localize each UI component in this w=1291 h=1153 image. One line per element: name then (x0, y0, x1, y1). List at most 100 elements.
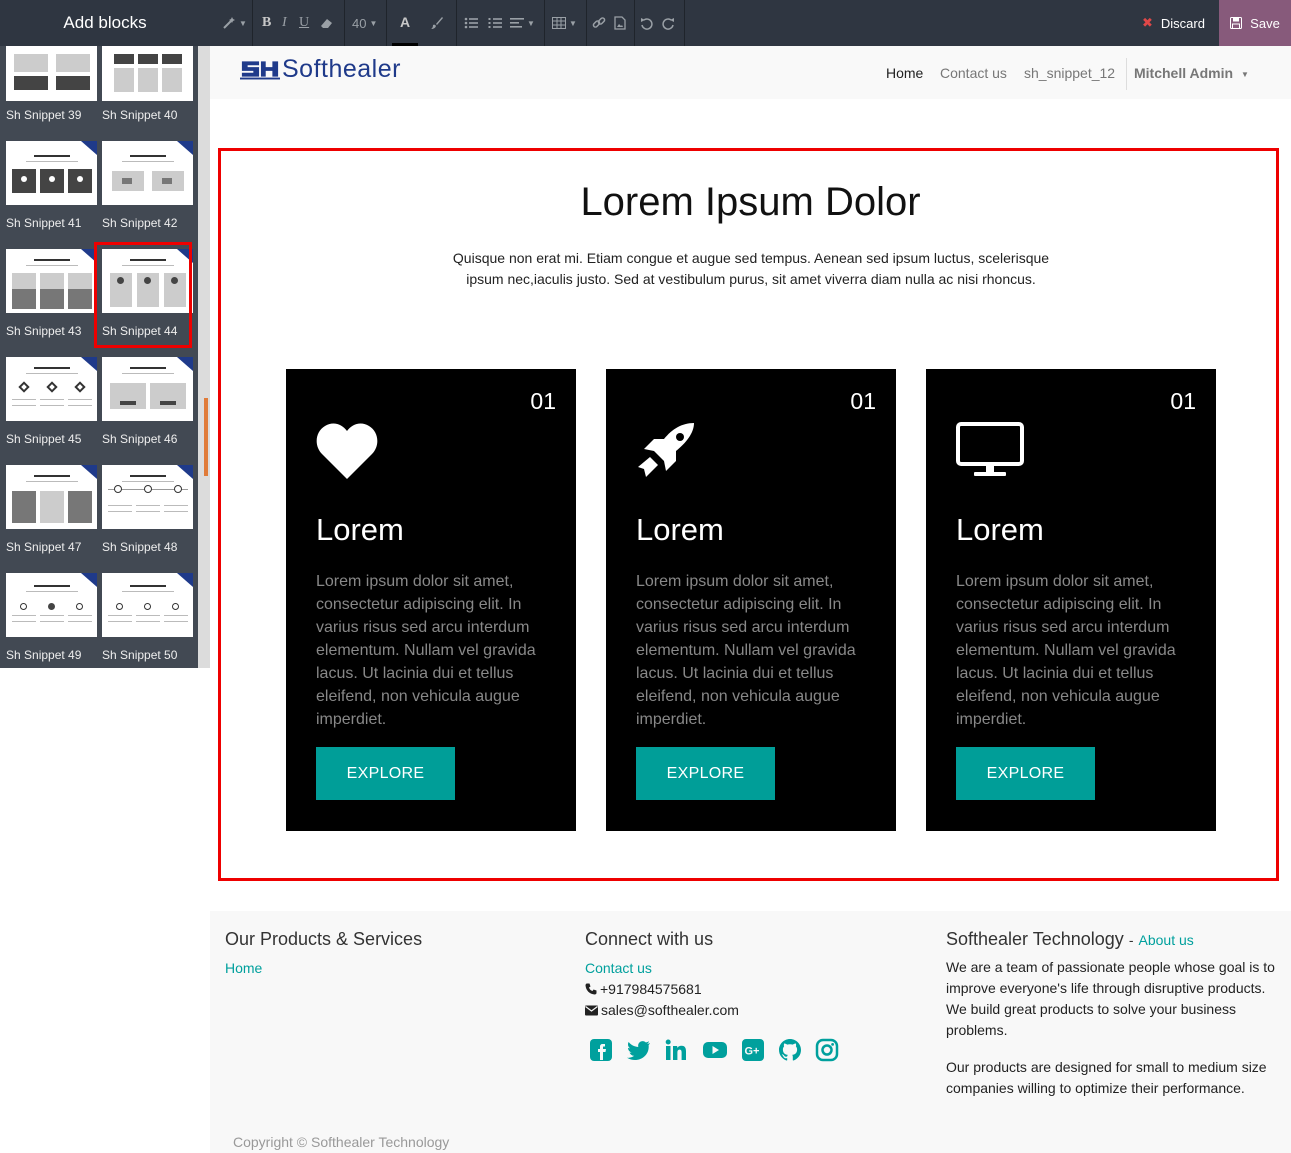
card-title: Lorem (636, 512, 724, 547)
snippet-label: Sh Snippet 41 (6, 216, 82, 230)
panel-title: Add blocks (0, 0, 210, 46)
font-size-dropdown[interactable]: 40 ▼ (352, 0, 377, 46)
snippet-label: Sh Snippet 40 (102, 108, 178, 122)
snippet-thumbnail (6, 249, 97, 313)
chevron-down-icon: ▼ (1241, 69, 1249, 79)
phone-line: +917984575681 (585, 981, 702, 997)
snippet-44[interactable]: Sh Snippet 44 (94, 242, 193, 357)
snippet-thumbnail (102, 573, 193, 637)
github-icon[interactable] (778, 1038, 802, 1062)
user-menu[interactable]: Mitchell Admin ▼ (1134, 65, 1249, 81)
linkedin-icon[interactable] (664, 1038, 688, 1062)
google-plus-icon[interactable]: G+ (741, 1038, 765, 1062)
rocket-icon (638, 423, 694, 477)
snippet-label: Sh Snippet 50 (102, 648, 178, 662)
section-description: Quisque non erat mi. Etiam congue et aug… (452, 250, 1050, 287)
instagram-icon[interactable] (815, 1038, 839, 1062)
title-separator: - (1128, 932, 1134, 948)
products-title: Our Products & Services (225, 929, 423, 949)
feature-card: 01 Lorem Lorem ipsum dolor sit amet, con… (606, 369, 896, 831)
sidebar-scrollbar-track[interactable] (198, 46, 210, 668)
phone-number: +917984575681 (600, 981, 702, 997)
nav-contact-us[interactable]: Contact us (940, 65, 1007, 81)
link-icon[interactable] (592, 0, 606, 46)
snippet-list[interactable]: Sh Snippet 39 Sh Snippet 40 Sh Snippet 4… (0, 46, 198, 668)
snippet-thumbnail (102, 357, 193, 421)
selected-snippet-highlight (94, 242, 192, 348)
font-size-value: 40 (352, 15, 367, 31)
card-number: 01 (850, 388, 876, 414)
explore-button[interactable]: EXPLORE (956, 747, 1095, 800)
section-title: Lorem Ipsum Dolor (580, 180, 921, 224)
copyright-text: Copyright © Softhealer Technology (233, 1134, 450, 1150)
card-title: Lorem (316, 512, 404, 547)
website-header: Softhealer Home Contact us sh_snippet_12… (210, 46, 1291, 99)
close-icon: ✖ (1142, 15, 1153, 30)
font-color-button[interactable]: A (392, 0, 418, 46)
table-dropdown[interactable]: ▼ (552, 0, 577, 46)
about-paragraph: We are a team of passionate people whose… (946, 959, 1275, 1038)
snippet-42[interactable]: Sh Snippet 42 (96, 141, 193, 249)
snippet-label: Sh Snippet 46 (102, 432, 178, 446)
svg-text:G+: G+ (745, 1046, 760, 1058)
image-file-icon[interactable] (614, 0, 626, 46)
italic-button[interactable]: I (282, 0, 287, 46)
snippet-47[interactable]: Sh Snippet 47 (0, 465, 97, 573)
snippet-46[interactable]: Sh Snippet 46 (96, 357, 193, 465)
snippet-50[interactable]: Sh Snippet 50 (96, 573, 193, 668)
bold-button[interactable]: B (262, 0, 271, 46)
explore-button[interactable]: EXPLORE (316, 747, 455, 800)
snippet-label: Sh Snippet 42 (102, 216, 178, 230)
undo-icon[interactable] (640, 0, 653, 46)
snippet-thumbnail (6, 357, 97, 421)
card-number: 01 (1170, 388, 1196, 414)
nav-sh-snippet-12[interactable]: sh_snippet_12 (1024, 65, 1115, 81)
connect-title: Connect with us (585, 929, 714, 949)
snippet-thumbnail (102, 141, 193, 205)
about-us-link[interactable]: About us (1139, 932, 1194, 948)
snippet-label: Sh Snippet 39 (6, 108, 82, 122)
snippet-39[interactable]: Sh Snippet 39 (0, 46, 97, 154)
snippet-43[interactable]: Sh Snippet 43 (0, 249, 97, 357)
save-button[interactable]: Save (1219, 0, 1291, 46)
twitter-icon[interactable] (627, 1038, 651, 1062)
snippet-45[interactable]: Sh Snippet 45 (0, 357, 97, 465)
heart-icon (316, 423, 378, 479)
snippet-thumbnail (102, 465, 193, 529)
phone-icon (585, 983, 597, 995)
footer-home-link[interactable]: Home (225, 960, 262, 976)
discard-button[interactable]: ✖ Discard (1128, 0, 1219, 46)
align-dropdown[interactable]: ▼ (510, 0, 535, 46)
sidebar-scrollbar-thumb[interactable] (204, 398, 208, 476)
floppy-disk-icon (1230, 17, 1243, 29)
unordered-list-icon[interactable] (464, 0, 478, 46)
feature-card: 01 Lorem Lorem ipsum dolor sit amet, con… (926, 369, 1216, 831)
underline-button[interactable]: U (299, 0, 309, 46)
snippet-40[interactable]: Sh Snippet 40 (96, 46, 193, 154)
snippet-label: Sh Snippet 49 (6, 648, 82, 662)
eraser-icon[interactable] (320, 0, 334, 46)
snippet-41[interactable]: Sh Snippet 41 (0, 141, 97, 249)
email-address[interactable]: sales@softhealer.com (601, 1002, 739, 1018)
card-text: Lorem ipsum dolor sit amet, consectetur … (316, 573, 536, 728)
redo-icon[interactable] (662, 0, 675, 46)
card-title: Lorem (956, 512, 1044, 547)
magic-wand-icon[interactable]: ▼ (222, 0, 247, 46)
nav-home[interactable]: Home (886, 65, 923, 81)
ordered-list-icon[interactable] (488, 0, 502, 46)
snippet-thumbnail (6, 141, 97, 205)
snippet-thumbnail (102, 46, 193, 101)
paint-brush-icon[interactable] (430, 0, 444, 46)
company-logo[interactable]: Softhealer (240, 54, 401, 84)
snippet-49[interactable]: Sh Snippet 49 (0, 573, 97, 668)
explore-button[interactable]: EXPLORE (636, 747, 775, 800)
snippet-label: Sh Snippet 45 (6, 432, 82, 446)
footer-contact-link[interactable]: Contact us (585, 960, 652, 976)
card-text: Lorem ipsum dolor sit amet, consectetur … (956, 573, 1176, 728)
youtube-icon[interactable] (703, 1038, 727, 1062)
nav-divider (1126, 58, 1127, 90)
facebook-icon[interactable] (589, 1038, 613, 1062)
about-paragraph: Our products are designed for small to m… (946, 1059, 1267, 1096)
save-label: Save (1250, 15, 1280, 31)
snippet-48[interactable]: Sh Snippet 48 (96, 465, 193, 573)
